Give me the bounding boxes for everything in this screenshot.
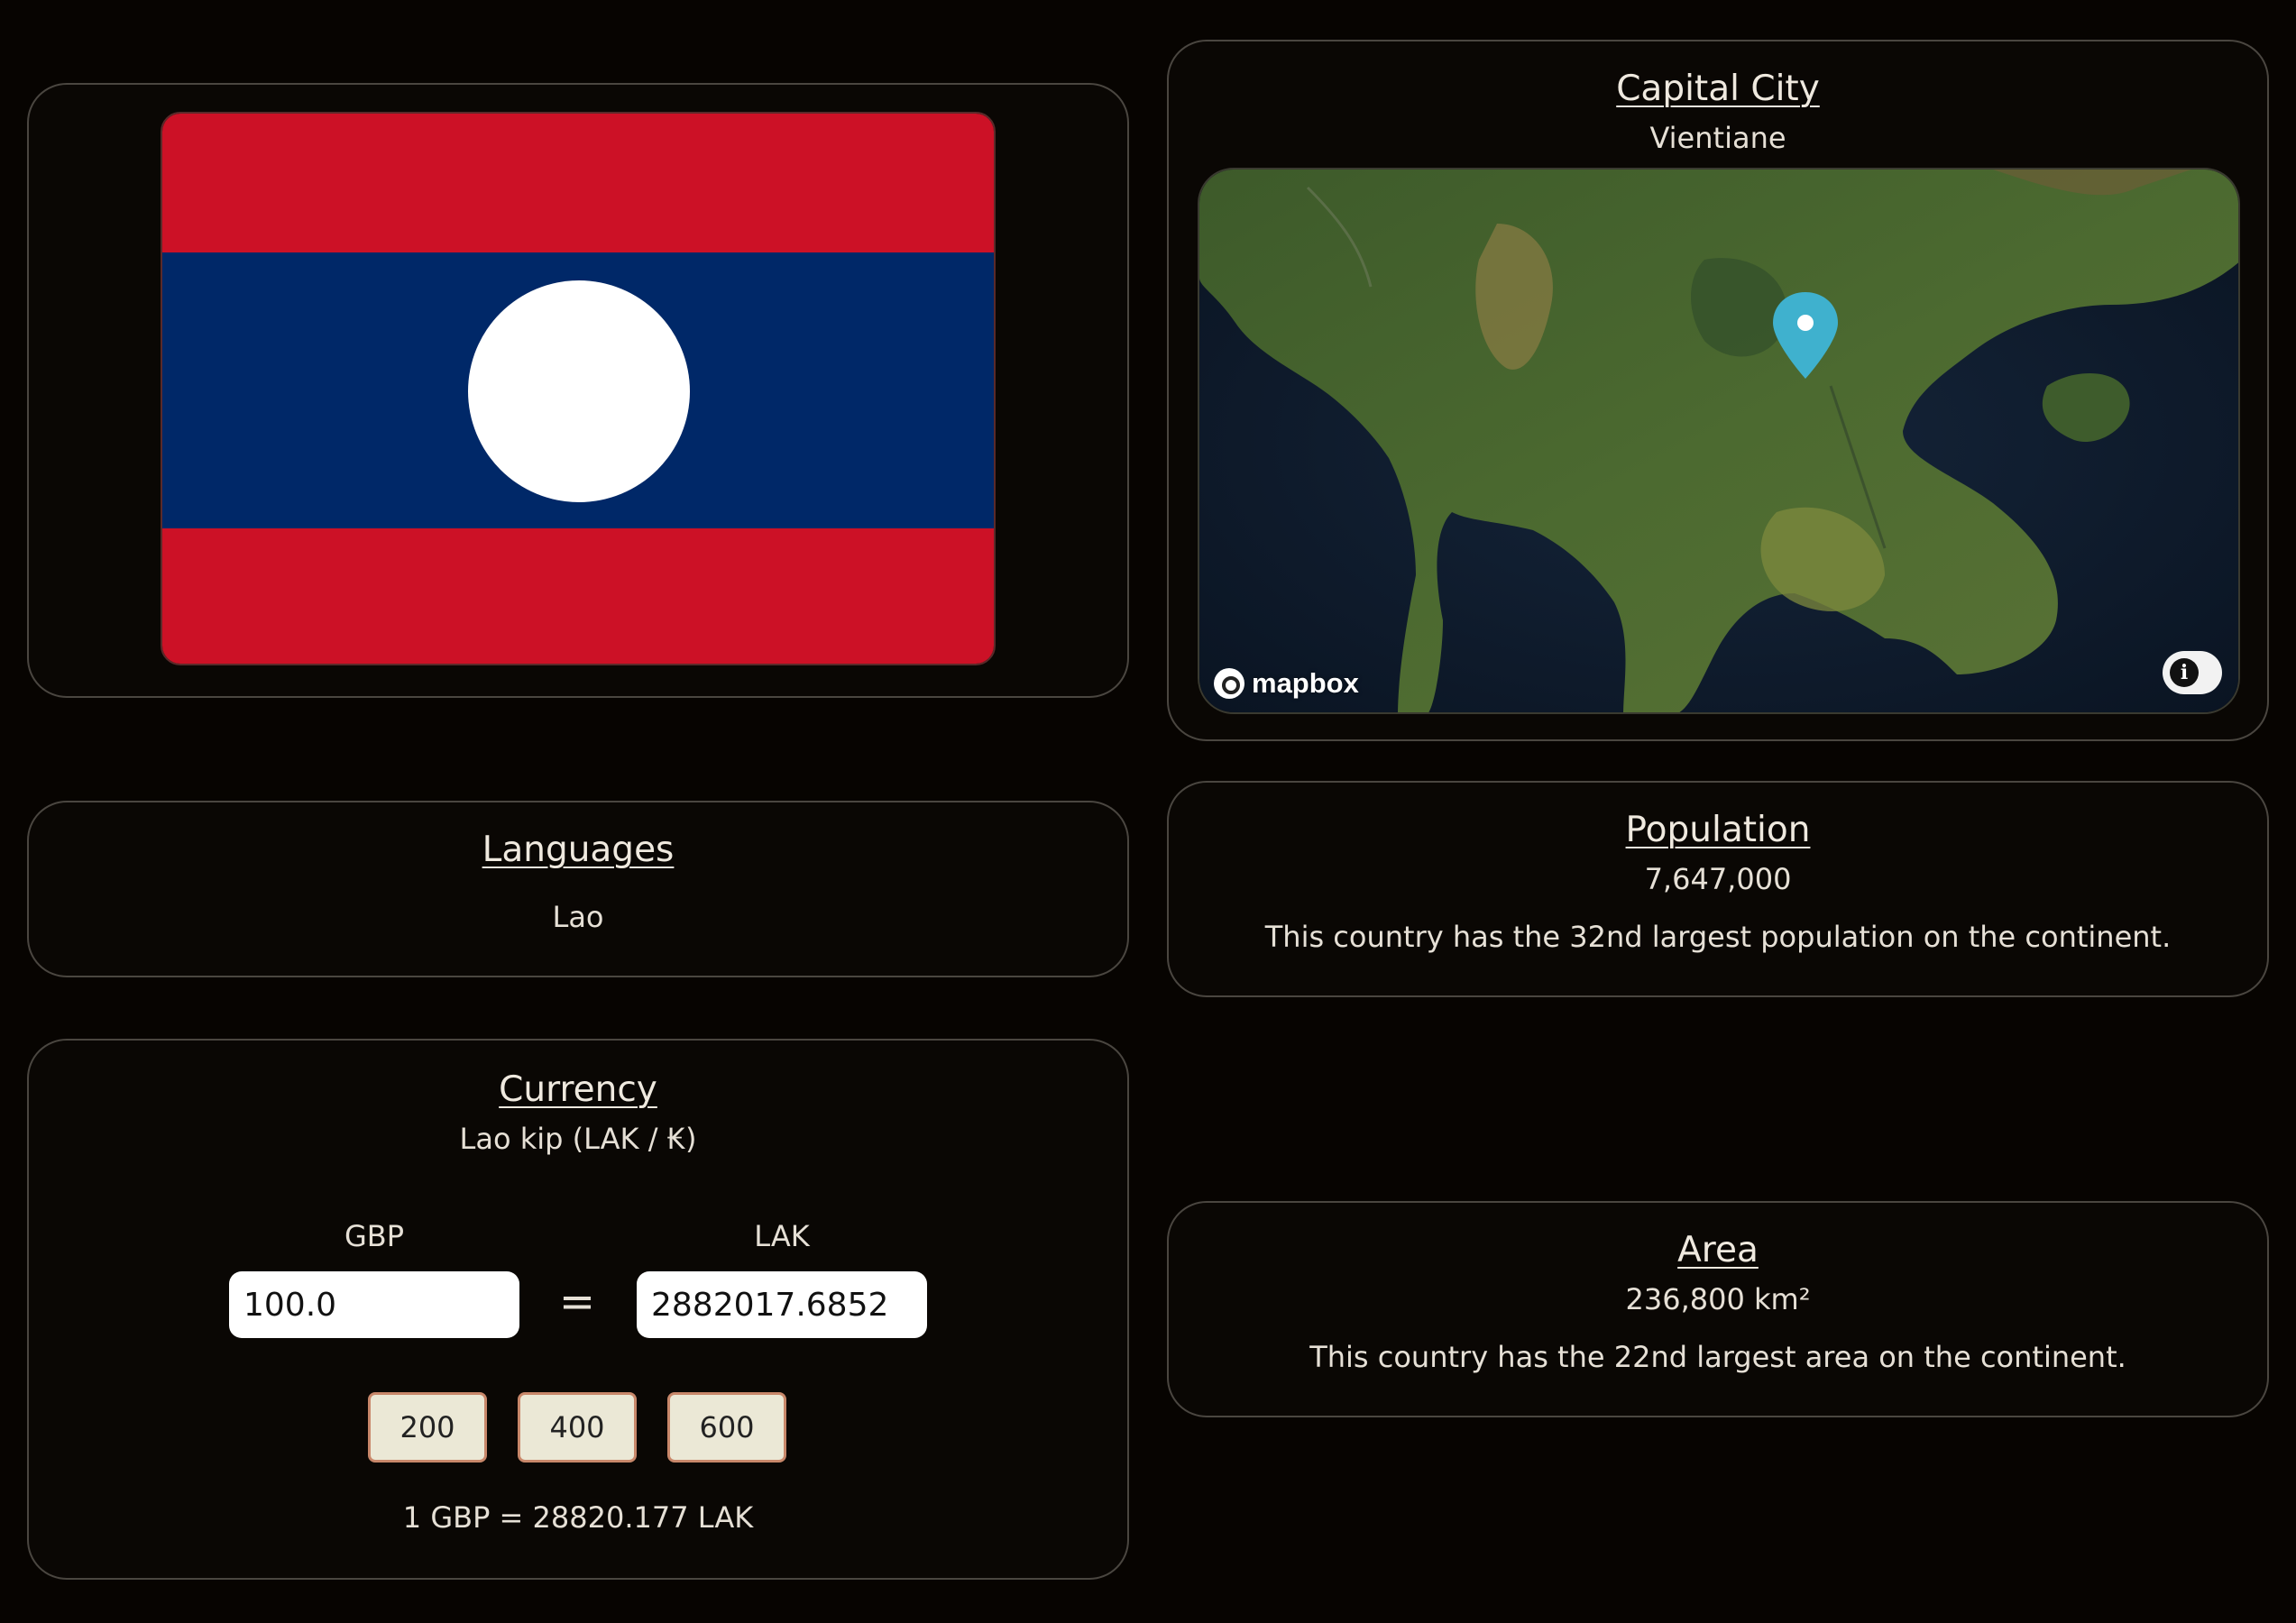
languages-card: Languages Lao — [27, 801, 1129, 977]
flag-white-disc — [468, 280, 690, 502]
country-flag — [161, 112, 996, 665]
amount-button-400[interactable]: 400 — [518, 1392, 637, 1463]
exchange-rate: 1 GBP = 28820.177 LAK — [402, 1500, 754, 1535]
amount-button-600[interactable]: 600 — [667, 1392, 786, 1463]
capital-title: Capital City — [1616, 69, 1820, 109]
info-icon: i — [2170, 658, 2199, 687]
currency-title: Currency — [499, 1069, 657, 1110]
population-value: 7,647,000 — [1644, 862, 1792, 896]
population-card: Population 7,647,000 This country has th… — [1167, 781, 2269, 997]
to-amount-input[interactable] — [637, 1271, 927, 1338]
flag-card — [27, 83, 1129, 698]
map-attribution-toggle[interactable]: i — [2163, 651, 2222, 694]
from-amount-input[interactable] — [229, 1271, 519, 1338]
area-card: Area 236,800 km² This country has the 22… — [1167, 1201, 2269, 1417]
flag-bottom-red-band — [162, 528, 994, 664]
capital-card: Capital City Vientiane mapbox i — [1167, 40, 2269, 741]
population-rank-note: This country has the 32nd largest popula… — [1264, 920, 2172, 954]
area-title: Area — [1677, 1230, 1759, 1270]
amount-button-200[interactable]: 200 — [368, 1392, 487, 1463]
capital-value: Vientiane — [1649, 121, 1786, 155]
area-value: 236,800 km² — [1625, 1282, 1811, 1316]
languages-value: Lao — [552, 900, 604, 934]
flag-top-red-band — [162, 114, 994, 252]
currency-value: Lao kip (LAK / ₭) — [459, 1122, 697, 1156]
satellite-map-image — [1199, 170, 2238, 712]
population-title: Population — [1625, 810, 1811, 850]
mapbox-logo-icon — [1214, 668, 1244, 699]
currency-card: Currency Lao kip (LAK / ₭) GBP LAK = 200… — [27, 1039, 1129, 1580]
capital-map[interactable]: mapbox i — [1198, 168, 2240, 714]
to-currency-label: LAK — [754, 1219, 810, 1253]
from-currency-label: GBP — [344, 1219, 405, 1253]
mapbox-logo-text: mapbox — [1252, 667, 1359, 699]
equals-sign: = — [558, 1277, 596, 1327]
mapbox-logo[interactable]: mapbox — [1214, 667, 1359, 700]
languages-title: Languages — [482, 830, 675, 870]
area-rank-note: This country has the 22nd largest area o… — [1309, 1340, 2126, 1374]
